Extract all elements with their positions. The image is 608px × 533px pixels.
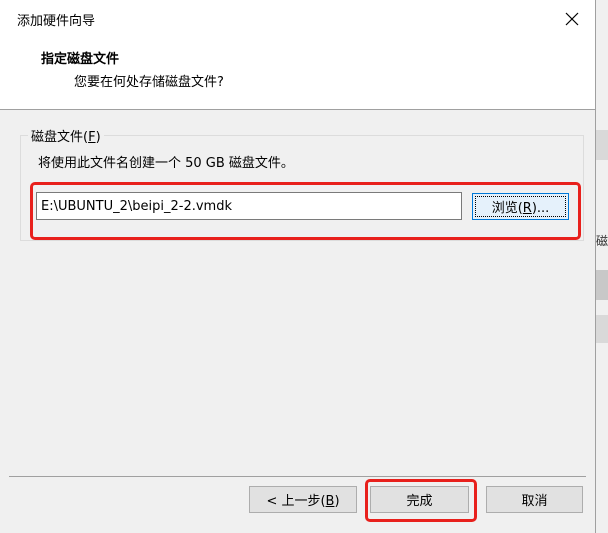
browse-button[interactable]: 浏览(R)... <box>472 193 569 220</box>
close-icon <box>565 12 579 26</box>
title-bar: 添加硬件向导 <box>0 0 595 38</box>
background-app-sliver: 磁 <box>596 0 608 533</box>
page-title: 指定磁盘文件 <box>41 52 120 67</box>
footer-divider <box>9 476 586 477</box>
wizard-header: 指定磁盘文件 您要在何处存储磁盘文件? <box>0 38 595 110</box>
background-text: 磁 <box>596 234 608 248</box>
disk-file-group-label: 磁盘文件(F) <box>28 126 104 145</box>
background-panel <box>596 315 608 343</box>
background-panel <box>596 270 608 300</box>
close-button[interactable] <box>557 4 587 34</box>
add-hardware-wizard-dialog: 添加硬件向导 指定磁盘文件 您要在何处存储磁盘文件? 磁盘文件(F) 将使用此文… <box>0 0 596 533</box>
page-subtitle: 您要在何处存储磁盘文件? <box>74 75 224 90</box>
disk-file-path-input[interactable] <box>36 192 462 220</box>
window-title: 添加硬件向导 <box>17 14 96 29</box>
cancel-button[interactable]: 取消 <box>486 486 583 513</box>
disk-file-groupbox <box>20 135 584 241</box>
disk-file-description: 将使用此文件名创建一个 50 GB 磁盘文件。 <box>38 156 294 171</box>
back-button[interactable]: < 上一步(B) <box>249 486 357 513</box>
finish-button[interactable]: 完成 <box>370 486 469 513</box>
background-panel <box>596 130 608 160</box>
